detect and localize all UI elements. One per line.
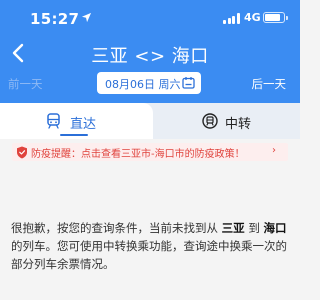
epidemic-notice-banner[interactable]: 防疫提醒：点击查看三亚市-海口市的防疫政策！ ›: [12, 143, 288, 161]
date-selector[interactable]: 08月06日 周六: [97, 72, 201, 94]
status-bar: 15:27 4G: [0, 0, 300, 36]
tab-transfer-label: 中转: [225, 117, 252, 132]
transfer-train-icon: [202, 113, 218, 129]
shield-icon: [17, 146, 27, 159]
message-from-station: 三亚: [221, 221, 245, 235]
date-text: 08月06日 周六: [105, 78, 181, 91]
signal-icon: [223, 13, 240, 24]
message-part-3: 的列车。您可使用中转换乘功能，查询途中换乘一次的部分列车余票情况。: [11, 239, 287, 271]
train-icon: [47, 113, 60, 129]
network-type: 4G: [244, 11, 261, 24]
calendar-icon: [182, 77, 195, 89]
message-to-station: 海口: [263, 221, 287, 235]
tab-direct-label: 直达: [70, 117, 97, 132]
prev-day-button[interactable]: 前一天: [8, 76, 43, 92]
tab-direct[interactable]: 直达: [0, 103, 153, 139]
no-results-message: 很抱歉，按您的查询条件，当前未找到从 三亚 到 海口 的列车。您可使用中转换乘功…: [11, 219, 293, 273]
location-arrow-icon: [81, 12, 92, 23]
message-part-1: 很抱歉，按您的查询条件，当前未找到从: [11, 221, 218, 235]
page-title: 三亚 <> 海口: [91, 46, 209, 67]
next-day-button[interactable]: 后一天: [252, 76, 287, 92]
tab-active-indicator: [60, 134, 88, 136]
status-time: 15:27: [30, 10, 80, 28]
message-part-2: 到: [248, 221, 260, 235]
tab-transfer[interactable]: 中转: [153, 103, 300, 139]
battery-icon: [263, 12, 288, 23]
chevron-right-icon: ›: [272, 145, 276, 156]
header: 15:27 4G 三亚 <> 海口 前一天 08月06日 周六 后一天: [0, 0, 300, 103]
tab-bar: 直达 中转: [0, 103, 300, 139]
notice-text: 防疫提醒：点击查看三亚市-海口市的防疫政策！: [31, 149, 245, 160]
